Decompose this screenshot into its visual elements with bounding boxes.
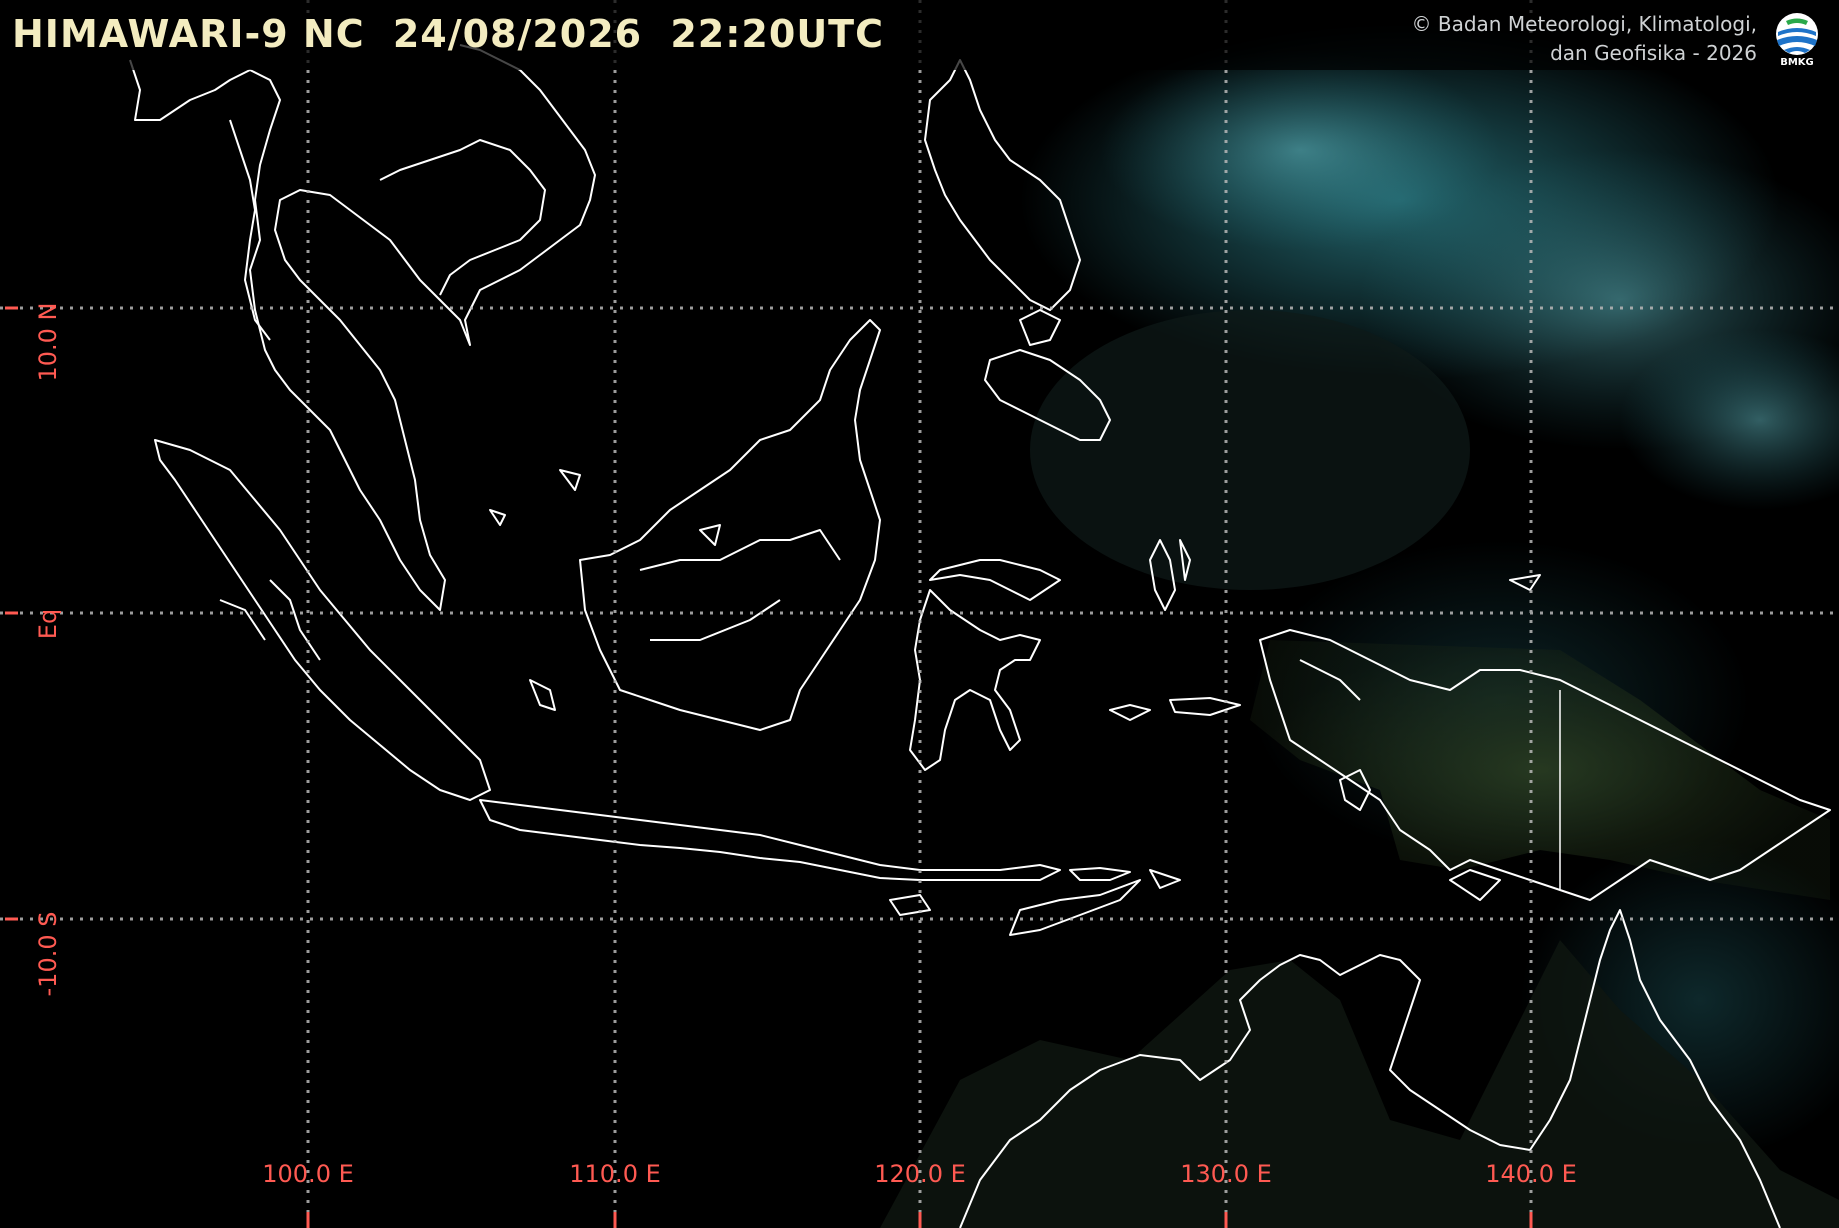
- svg-text:BMKG: BMKG: [1780, 57, 1814, 66]
- lon-label-110e: 110.0 E: [569, 1160, 661, 1188]
- satellite-name: HIMAWARI-9 NC: [12, 12, 365, 56]
- lon-label-120e: 120.0 E: [874, 1160, 966, 1188]
- lat-label-10n: 10.0 N: [34, 302, 62, 382]
- bmkg-logo-icon: BMKG: [1776, 13, 1818, 66]
- image-time: 22:20UTC: [670, 12, 884, 56]
- satellite-map: [0, 0, 1839, 1228]
- lon-label-140e: 140.0 E: [1485, 1160, 1577, 1188]
- credit-line-1: © Badan Meteorologi, Klimatologi,: [1411, 12, 1758, 36]
- lat-label-eq: Eq: [34, 608, 62, 640]
- image-title: HIMAWARI-9 NC 24/08/2026 22:20UTC: [12, 12, 898, 56]
- credit-line-2: dan Geofisika - 2026: [1550, 41, 1757, 65]
- lat-label-10s: -10.0 S: [34, 911, 62, 997]
- lon-label-130e: 130.0 E: [1180, 1160, 1272, 1188]
- copyright-credit: © Badan Meteorologi, Klimatologi, dan Ge…: [1412, 10, 1758, 68]
- lon-label-100e: 100.0 E: [262, 1160, 354, 1188]
- image-date: 24/08/2026: [392, 12, 643, 56]
